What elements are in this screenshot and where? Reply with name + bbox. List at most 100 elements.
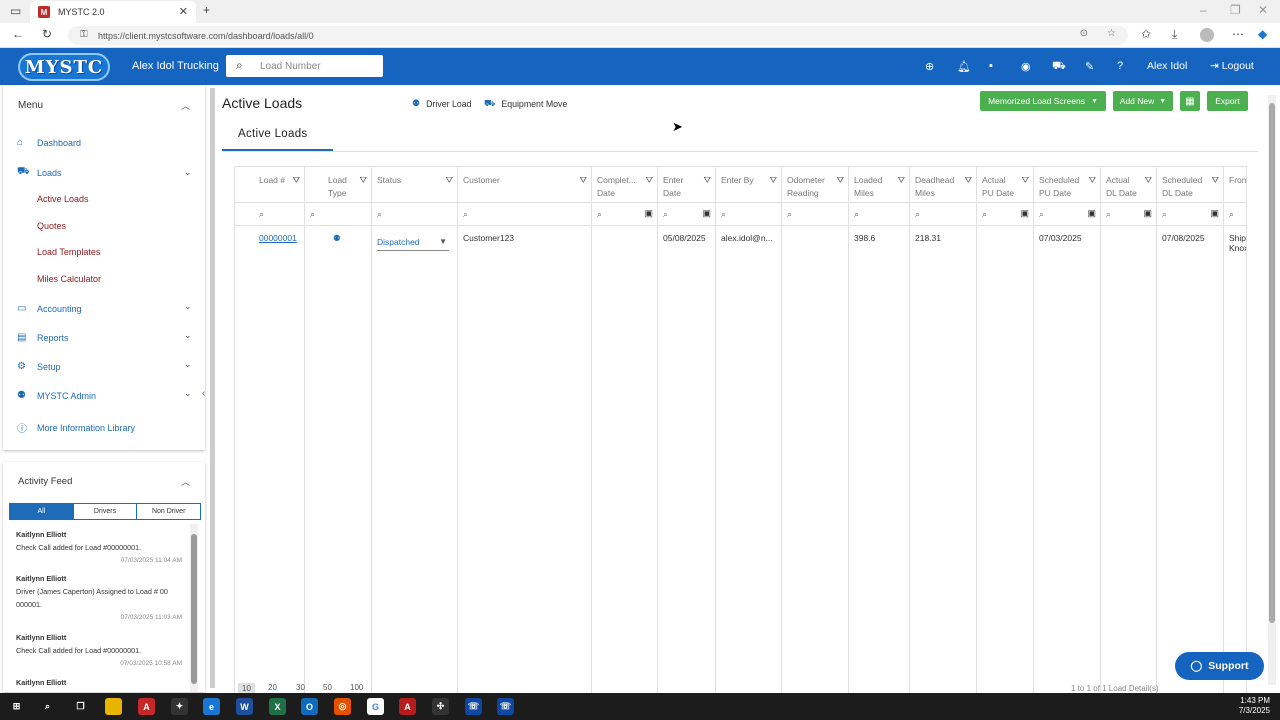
column-chooser-button[interactable]: ▦ xyxy=(1180,91,1200,111)
sidebar-toggle-icon[interactable]: ▭ xyxy=(10,4,21,18)
filter-icon[interactable]: ⛛ xyxy=(836,174,844,187)
column-filter[interactable]: ⌕ xyxy=(458,202,591,226)
column-filter[interactable]: ⌕ xyxy=(910,202,976,226)
maximize-icon[interactable]: ❐ xyxy=(1230,3,1241,17)
close-tab-icon[interactable]: ✕ xyxy=(179,5,188,18)
calendar-icon[interactable]: ▣ xyxy=(702,208,711,219)
column-header[interactable]: From xyxy=(1229,174,1246,187)
filter-icon[interactable]: ⛛ xyxy=(1211,174,1219,187)
driver-load-option[interactable]: ⚉ Driver Load xyxy=(412,98,472,109)
acrobat-icon[interactable]: A xyxy=(138,698,155,715)
column-filter[interactable]: ⌕ xyxy=(305,202,371,226)
sidebar-item-accounting[interactable]: ▭ Accounting xyxy=(17,303,82,314)
tab-active-loads[interactable]: Active Loads xyxy=(238,128,307,140)
add-new-button[interactable]: Add New ▼ xyxy=(1113,91,1173,111)
column-filter[interactable]: ⌕ xyxy=(849,202,909,226)
page-size-option[interactable]: 20 xyxy=(268,683,277,692)
word-icon[interactable]: W xyxy=(236,698,253,715)
column-filter[interactable]: ⌕ ▣ xyxy=(977,202,1033,226)
filter-icon[interactable]: ⛛ xyxy=(292,174,300,187)
chevron-down-icon[interactable]: ⌄ xyxy=(184,388,192,399)
reload-icon[interactable]: ↻ xyxy=(42,27,52,41)
minimize-icon[interactable]: – xyxy=(1200,3,1207,17)
column-header[interactable]: Load Type ⛛ xyxy=(328,174,367,200)
sidebar-item-setup[interactable]: ⚙ Setup xyxy=(17,361,61,372)
sidebar-sub-miles-calculator[interactable]: Miles Calculator xyxy=(37,274,101,284)
access-icon[interactable]: A xyxy=(399,698,416,715)
mystc-logo[interactable]: MYSTC xyxy=(18,53,110,81)
column-filter[interactable]: ⌕ ▣ xyxy=(592,202,657,226)
sidebar-sub-load-templates[interactable]: Load Templates xyxy=(37,247,100,257)
app-icon[interactable]: ✦ xyxy=(171,698,188,715)
calendar-icon[interactable]: ▣ xyxy=(644,208,653,219)
column-filter[interactable]: ⌕ xyxy=(782,202,848,226)
chevron-down-icon[interactable]: ⌄ xyxy=(184,330,192,341)
calendar-icon[interactable]: ▣ xyxy=(1210,208,1219,219)
column-header[interactable]: Enter By ⛛ xyxy=(721,174,777,187)
sidebar-item-reports[interactable]: ▤ Reports xyxy=(17,332,69,343)
load-number-search[interactable]: ⌕ Load Number xyxy=(226,55,383,77)
filter-icon[interactable]: ⛛ xyxy=(359,174,367,187)
sidebar-sub-active-loads[interactable]: Active Loads xyxy=(37,194,89,204)
equipment-move-option[interactable]: ⛟ Equipment Move xyxy=(484,98,567,110)
column-header[interactable]: Actual DL Date ⛛ xyxy=(1106,174,1152,200)
logout-button[interactable]: ⇥ Logout xyxy=(1210,60,1254,72)
column-header[interactable]: Odometer Reading ⛛ xyxy=(787,174,844,200)
wrench-icon[interactable]: ✎ xyxy=(1085,60,1094,73)
profile-avatar[interactable] xyxy=(1200,28,1214,42)
windows-start-icon[interactable]: ⊞ xyxy=(8,698,25,715)
help-icon[interactable]: ? xyxy=(1117,60,1123,72)
app-icon[interactable]: ◎ xyxy=(334,698,351,715)
filter-icon[interactable]: ⛛ xyxy=(769,174,777,187)
filter-icon[interactable]: ⛛ xyxy=(964,174,972,187)
sidebar-item-dashboard[interactable]: ⌂ Dashboard xyxy=(17,137,81,148)
export-button[interactable]: Export xyxy=(1207,91,1248,111)
sidebar-sub-quotes[interactable]: Quotes xyxy=(37,221,66,231)
calendar-icon[interactable]: ▣ xyxy=(1087,208,1096,219)
memorized-load-screens-button[interactable]: Memorized Load Screens ▼ xyxy=(980,91,1106,111)
feed-tab-non-driver[interactable]: Non Driver xyxy=(137,504,200,519)
file-explorer-icon[interactable] xyxy=(105,698,122,715)
page-size-option[interactable]: 30 xyxy=(296,683,305,692)
column-filter[interactable]: ⌕ xyxy=(235,202,304,226)
downloads-icon[interactable]: ⤓ xyxy=(1172,27,1177,42)
filter-icon[interactable]: ⛛ xyxy=(703,174,711,187)
chrome-icon[interactable]: G xyxy=(367,698,384,715)
browser-tab[interactable]: M MYSTC 2.0 ✕ xyxy=(30,1,196,23)
support-button[interactable]: ◯ Support xyxy=(1175,652,1264,680)
truck-icon[interactable]: ⛟ xyxy=(1052,60,1066,74)
filter-icon[interactable]: ⛛ xyxy=(1144,174,1152,187)
column-header[interactable]: Customer ⛛ xyxy=(463,174,587,187)
column-filter[interactable]: ⌕ ▣ xyxy=(658,202,715,226)
column-header[interactable]: Actual PU Date ⛛ xyxy=(982,174,1029,200)
filter-icon[interactable]: ⛛ xyxy=(1021,174,1029,187)
favorites-icon[interactable]: ✩ xyxy=(1141,27,1151,41)
column-filter[interactable]: ⌕ xyxy=(716,202,781,226)
search-icon[interactable]: ⌕ xyxy=(39,698,56,715)
plus-circle-icon[interactable]: ⊕ xyxy=(925,60,934,73)
column-filter[interactable]: ⌕ ▣ xyxy=(1034,202,1100,226)
chevron-up-icon[interactable]: ⌄ xyxy=(184,167,192,178)
status-dropdown[interactable]: Dispatched ▼ xyxy=(377,233,449,251)
task-view-icon[interactable]: ❐ xyxy=(72,698,89,715)
column-header[interactable]: Complet... Date ⛛ xyxy=(597,174,653,200)
slack-icon[interactable]: ✣ xyxy=(432,698,449,715)
feed-tab-all[interactable]: All xyxy=(10,504,73,519)
chevron-up-icon[interactable]: ︿ xyxy=(181,475,190,488)
user-circle-icon[interactable]: ◉ xyxy=(1021,60,1031,73)
outlook-icon[interactable]: O xyxy=(301,698,318,715)
chevron-up-icon[interactable]: ︿ xyxy=(181,99,190,112)
filter-icon[interactable]: ⛛ xyxy=(445,174,453,187)
column-header[interactable]: Status ⛛ xyxy=(377,174,453,187)
excel-icon[interactable]: X xyxy=(269,698,286,715)
filter-icon[interactable]: ⛛ xyxy=(579,174,587,187)
sidebar-item-loads[interactable]: ⛟ Loads xyxy=(17,166,62,179)
feed-scrollbar[interactable] xyxy=(190,524,198,692)
feed-scrollbar-thumb[interactable] xyxy=(191,534,197,684)
column-filter[interactable]: ⌕ xyxy=(1224,202,1246,226)
page-size-option[interactable]: 100 xyxy=(350,683,363,692)
filter-icon[interactable]: ⛛ xyxy=(1088,174,1096,187)
chat-icon[interactable]: ▪ xyxy=(989,60,993,72)
column-header[interactable]: Loaded Miles ⛛ xyxy=(854,174,905,200)
column-header[interactable]: Load # ⛛ xyxy=(259,174,300,187)
